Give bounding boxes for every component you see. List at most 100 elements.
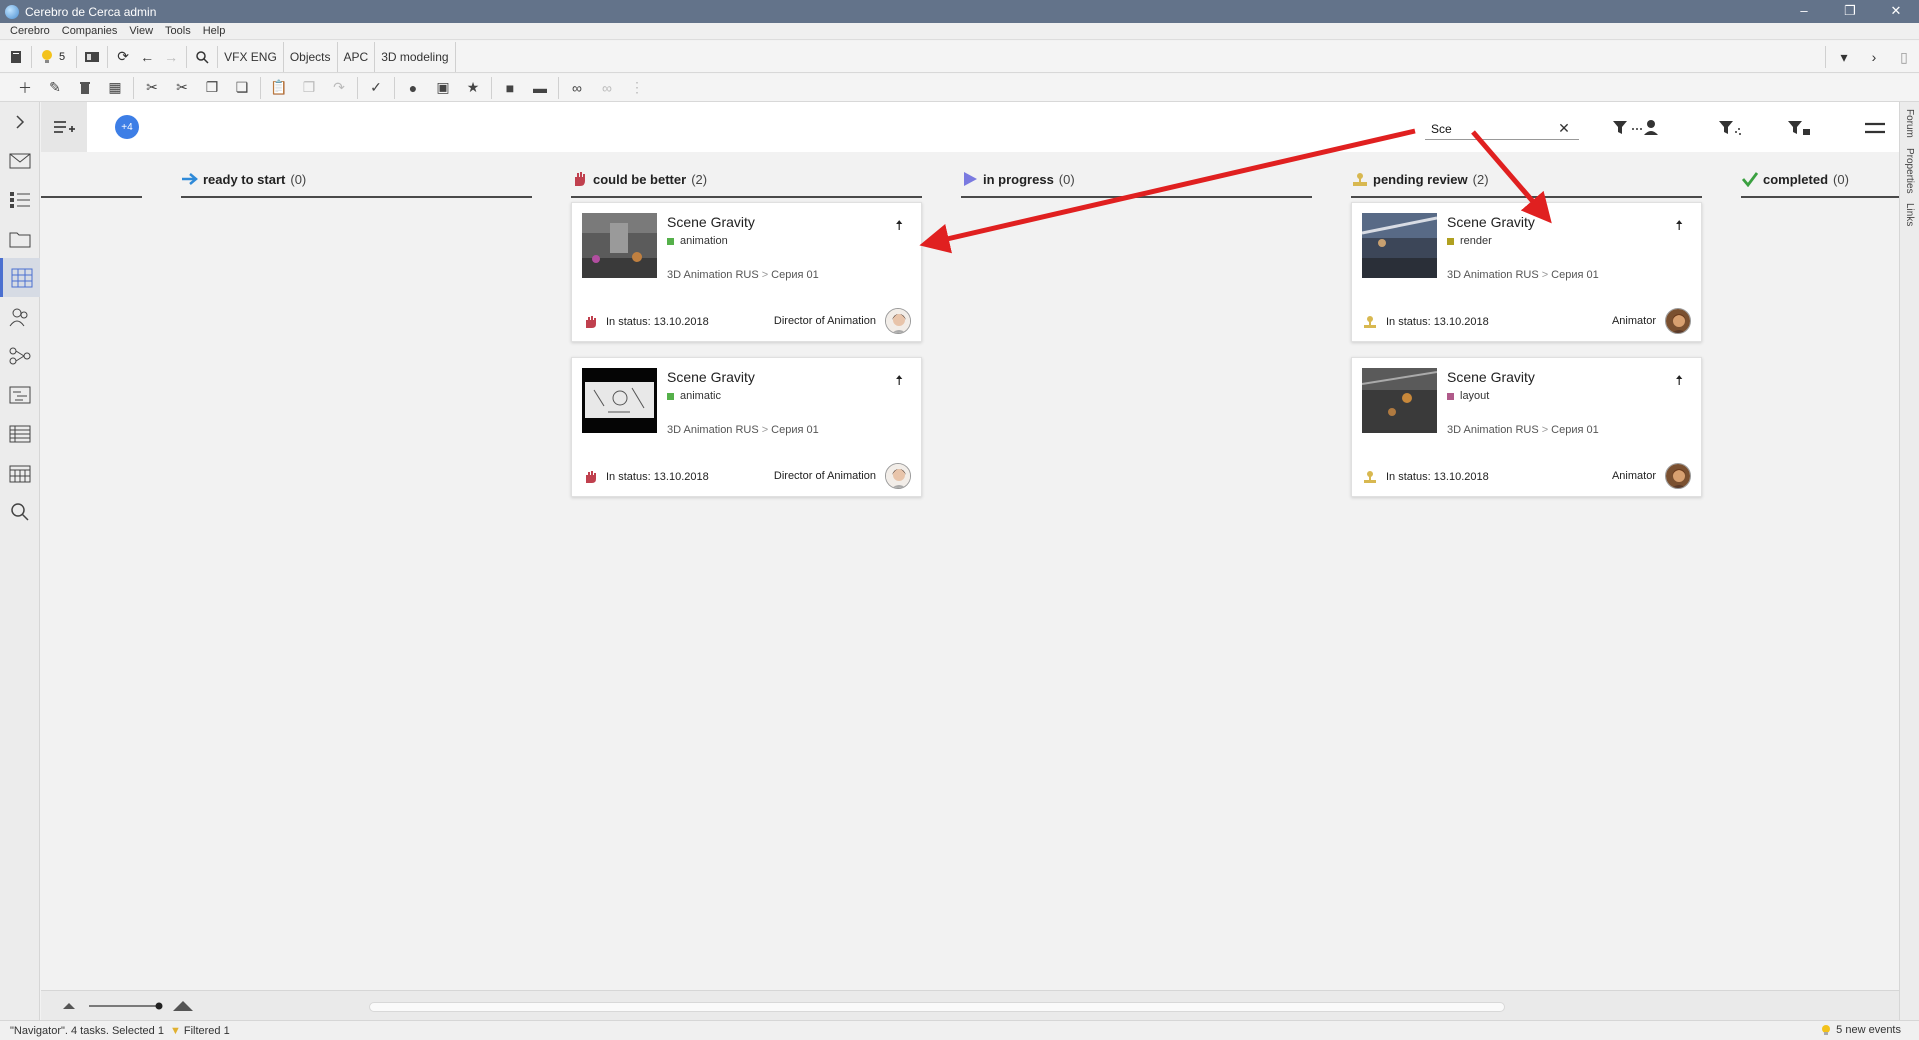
paste-icon[interactable]: 📋 xyxy=(264,76,294,100)
zoom-in-icon[interactable] xyxy=(173,1001,193,1011)
avatar[interactable] xyxy=(885,308,911,334)
zoom-out-icon[interactable] xyxy=(63,1003,75,1009)
column-header-partial xyxy=(41,162,142,198)
tab-apc[interactable]: APC xyxy=(338,41,376,72)
avatar[interactable] xyxy=(1665,308,1691,334)
more-icon[interactable]: ⋮ xyxy=(622,76,652,100)
kanban-board: +4 ✕ ready to start (0) could be better xyxy=(41,102,1899,990)
card-thumbnail xyxy=(582,368,657,433)
tasks-grid-icon[interactable]: ▦ xyxy=(100,76,130,100)
table-icon[interactable] xyxy=(0,414,40,453)
copy-special-icon[interactable]: ❏ xyxy=(227,76,257,100)
links-tab[interactable]: Links xyxy=(1904,200,1915,229)
lightbulb-icon[interactable] xyxy=(35,45,59,69)
camera-icon[interactable]: ▬ xyxy=(525,76,555,100)
card-role: Animator xyxy=(1611,470,1656,482)
check-icon[interactable]: ✓ xyxy=(361,76,391,100)
search-input[interactable] xyxy=(1425,121,1555,136)
unlink-icon[interactable]: ∞ xyxy=(592,76,622,100)
stack-icon[interactable]: ■ xyxy=(495,76,525,100)
kanban-board-icon[interactable] xyxy=(0,258,40,297)
panel-toggle-icon[interactable]: ▯ xyxy=(1889,45,1919,69)
priority-up-icon[interactable]: 🠅 xyxy=(895,215,903,239)
title-bar: Cerebro de Cerca admin – ❐ ✕ xyxy=(0,0,1919,23)
task-card[interactable]: Scene Gravity 🠅 render 3D Animation RUS >… xyxy=(1351,202,1702,342)
folder-icon[interactable] xyxy=(0,219,40,258)
search-field: ✕ xyxy=(1425,118,1579,140)
column-header-in-progress[interactable]: in progress (0) xyxy=(961,162,1312,198)
book-icon[interactable] xyxy=(4,45,28,69)
mail-icon[interactable] xyxy=(0,141,40,180)
column-header-ready-to-start[interactable]: ready to start (0) xyxy=(181,162,532,198)
chevron-right-icon[interactable]: › xyxy=(1859,45,1889,69)
column-header-could-be-better[interactable]: could be better (2) xyxy=(571,162,922,198)
star-icon[interactable]: ★ xyxy=(458,76,488,100)
message-icon[interactable]: ▣ xyxy=(428,76,458,100)
filter-icon: ▼ xyxy=(169,1024,181,1037)
expand-sidebar-icon[interactable] xyxy=(0,102,40,141)
panel-icon[interactable] xyxy=(80,45,104,69)
tab-vfx-eng[interactable]: VFX ENG xyxy=(218,41,284,72)
add-column-button[interactable] xyxy=(41,102,87,152)
users-count-badge[interactable]: +4 xyxy=(115,115,139,139)
forward-icon[interactable]: → xyxy=(159,45,183,69)
workflow-icon[interactable] xyxy=(0,336,40,375)
link-icon[interactable]: ∞ xyxy=(562,76,592,100)
tab-objects[interactable]: Objects xyxy=(284,41,338,72)
close-button[interactable]: ✕ xyxy=(1873,0,1919,23)
filter-status-button[interactable] xyxy=(1786,116,1814,140)
back-icon[interactable]: ← xyxy=(135,45,159,69)
add-icon[interactable]: ＋ xyxy=(10,76,40,100)
cut-special-icon[interactable]: ✂ xyxy=(167,76,197,100)
card-title: Scene Gravity xyxy=(667,369,755,385)
filter-by-user-button[interactable] xyxy=(1611,116,1667,140)
priority-up-icon[interactable]: 🠅 xyxy=(1675,370,1683,394)
zoom-slider-handle[interactable] xyxy=(155,1002,163,1010)
dropdown-icon[interactable]: ▾ xyxy=(1829,45,1859,69)
search-icon[interactable] xyxy=(190,45,214,69)
new-events[interactable]: 5 new events xyxy=(1820,1024,1901,1036)
menu-companies[interactable]: Companies xyxy=(56,25,124,37)
properties-tab[interactable]: Properties xyxy=(1904,145,1915,197)
menu-view[interactable]: View xyxy=(123,25,159,37)
cut-icon[interactable]: ✂ xyxy=(137,76,167,100)
edit-icon[interactable]: ✎ xyxy=(40,76,70,100)
task-card[interactable]: Scene Gravity 🠅 animation 3D Animation R… xyxy=(571,202,922,342)
checklist-icon[interactable] xyxy=(0,180,40,219)
forum-tab[interactable]: Forum xyxy=(1904,106,1915,141)
minimize-button[interactable]: – xyxy=(1781,0,1827,23)
horizontal-scrollbar[interactable] xyxy=(369,1002,1505,1012)
menu-cerebro[interactable]: Cerebro xyxy=(4,25,56,37)
tag-color-swatch xyxy=(1447,237,1454,245)
clear-search-icon[interactable]: ✕ xyxy=(1555,120,1573,137)
pin-icon[interactable]: ● xyxy=(398,76,428,100)
refresh-icon[interactable]: ⟳ xyxy=(111,45,135,69)
column-label: in progress xyxy=(983,171,1054,187)
restore-button[interactable]: ❐ xyxy=(1827,0,1873,23)
search-sidebar-icon[interactable] xyxy=(0,492,40,531)
copy-icon[interactable]: ❐ xyxy=(197,76,227,100)
delete-icon[interactable] xyxy=(70,76,100,100)
menu-tools[interactable]: Tools xyxy=(159,25,197,37)
task-card[interactable]: Scene Gravity 🠅 layout 3D Animation RUS >… xyxy=(1351,357,1702,497)
column-header-completed[interactable]: completed (0) xyxy=(1741,162,1899,198)
users-icon[interactable] xyxy=(0,297,40,336)
tab-3d-modeling[interactable]: 3D modeling xyxy=(375,41,456,72)
tag-label: render xyxy=(1460,235,1492,247)
gantt-icon[interactable] xyxy=(0,375,40,414)
priority-up-icon[interactable]: 🠅 xyxy=(1675,215,1683,239)
column-header-pending-review[interactable]: pending review (2) xyxy=(1351,162,1702,198)
path-separator: > xyxy=(1541,424,1549,436)
calendar-icon[interactable] xyxy=(0,453,40,492)
redo-icon[interactable]: ↷ xyxy=(324,76,354,100)
hand-icon xyxy=(582,469,598,485)
paste-special-icon[interactable]: ❐ xyxy=(294,76,324,100)
menu-icon[interactable] xyxy=(1865,116,1885,140)
avatar[interactable] xyxy=(1665,463,1691,489)
priority-up-icon[interactable]: 🠅 xyxy=(895,370,903,394)
filter-options-button[interactable] xyxy=(1717,116,1745,140)
tag-color-swatch xyxy=(1447,392,1454,400)
avatar[interactable] xyxy=(885,463,911,489)
menu-help[interactable]: Help xyxy=(197,25,232,37)
task-card[interactable]: Scene Gravity 🠅 animatic 3D Animation RU… xyxy=(571,357,922,497)
